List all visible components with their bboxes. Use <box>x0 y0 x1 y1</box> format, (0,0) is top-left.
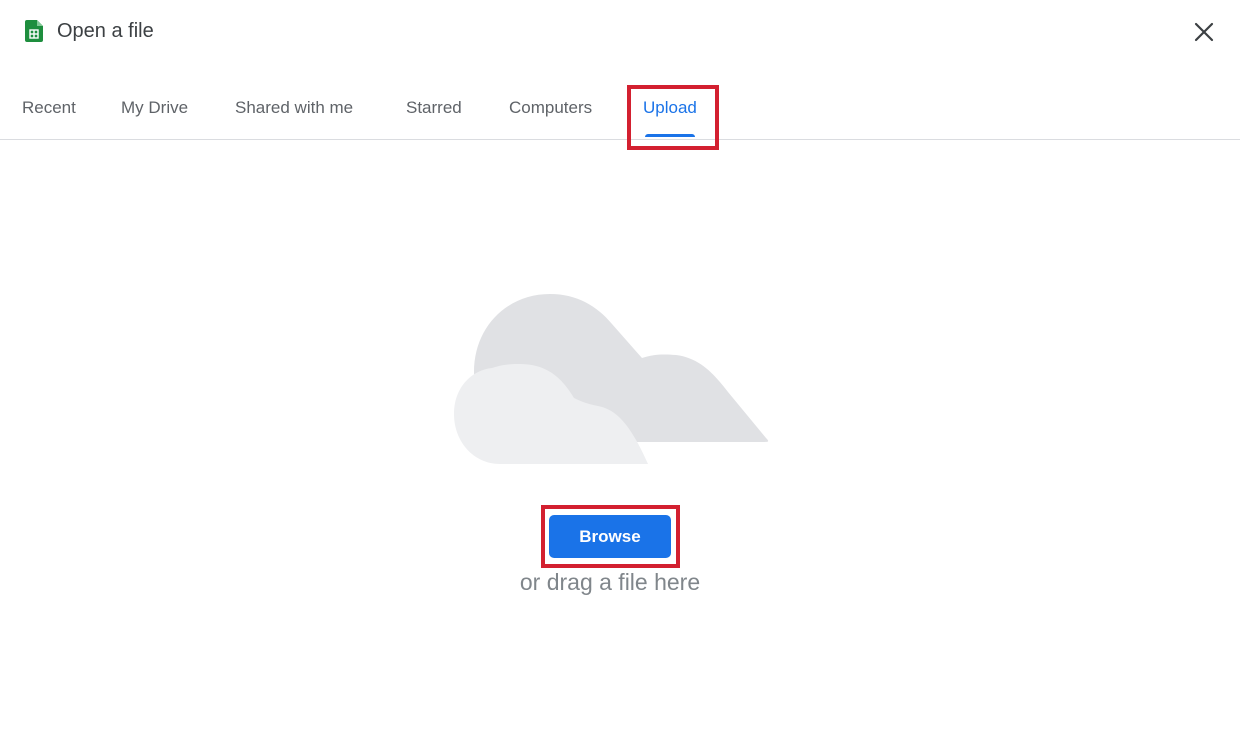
tab-my-drive[interactable]: My Drive <box>121 80 188 139</box>
drag-drop-hint: or drag a file here <box>519 569 701 595</box>
dialog-title: Open a file <box>57 20 154 42</box>
tab-computers[interactable]: Computers <box>509 80 592 139</box>
dialog-header: Open a file <box>0 0 1240 64</box>
tab-label: Upload <box>643 98 697 117</box>
close-button[interactable] <box>1188 16 1220 48</box>
tab-bar: Recent My Drive Shared with me Starred C… <box>0 80 1240 140</box>
tab-recent[interactable]: Recent <box>22 80 76 139</box>
tab-label: Shared with me <box>235 98 354 117</box>
tab-label: Starred <box>406 98 462 117</box>
browse-button[interactable]: Browse <box>549 515 671 558</box>
tab-label: Recent <box>22 98 76 117</box>
tab-starred[interactable]: Starred <box>406 80 462 139</box>
cloud-illustration <box>454 294 769 464</box>
active-tab-indicator <box>645 134 695 137</box>
close-icon <box>1194 22 1214 42</box>
google-sheets-icon <box>25 20 43 42</box>
tab-label: Computers <box>509 98 593 117</box>
tab-upload[interactable]: Upload <box>643 80 697 139</box>
tab-label: My Drive <box>121 98 189 117</box>
tab-shared-with-me[interactable]: Shared with me <box>235 80 353 139</box>
